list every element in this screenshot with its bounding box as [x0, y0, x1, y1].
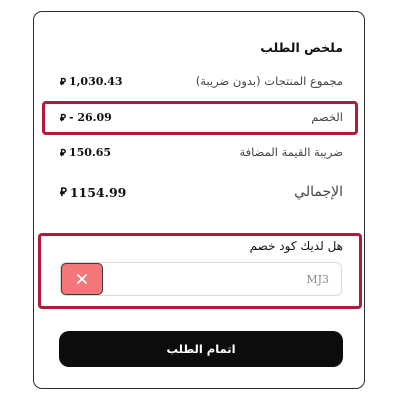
riyal-currency-icon: ⃁: [60, 112, 66, 124]
clear-coupon-button[interactable]: [61, 263, 103, 295]
coupon-field: [60, 262, 342, 296]
subtotal-value: 1,030.43: [68, 74, 123, 88]
order-summary-card: ملخص الطلب مجموع المنتجات (بدون ضريبة) ⃁…: [33, 11, 365, 389]
vat-label: ضريبة القيمة المضافة: [239, 145, 343, 159]
discount-amount: ⃁ - 26.09: [60, 111, 112, 124]
discount-label: الخصم: [311, 110, 343, 124]
total-label: الإجمالي: [294, 184, 343, 200]
discount-value: - 26.09: [68, 110, 112, 124]
vat-row: ضريبة القيمة المضافة ⃁ 150.65: [60, 142, 343, 162]
checkout-button[interactable]: اتمام الطلب: [59, 331, 343, 367]
subtotal-amount: ⃁ 1,030.43: [60, 75, 123, 88]
close-icon: [77, 274, 87, 284]
coupon-label: هل لديك كود خصم: [249, 239, 343, 253]
total-value: 1154.99: [69, 184, 127, 200]
total-row: الإجمالي ⃁ 1154.99: [60, 179, 343, 205]
riyal-currency-icon: ⃁: [60, 147, 66, 159]
subtotal-row: مجموع المنتجات (بدون ضريبة) ⃁ 1,030.43: [60, 71, 343, 91]
order-summary-title: ملخص الطلب: [260, 40, 343, 55]
coupon-input[interactable]: [61, 262, 341, 296]
riyal-currency-icon: ⃁: [60, 76, 66, 88]
total-amount: ⃁ 1154.99: [60, 185, 126, 200]
vat-value: 150.65: [68, 145, 112, 159]
vat-amount: ⃁ 150.65: [60, 146, 111, 159]
riyal-currency-icon: ⃁: [60, 184, 67, 199]
discount-row: الخصم ⃁ - 26.09: [60, 107, 343, 127]
subtotal-label: مجموع المنتجات (بدون ضريبة): [195, 74, 343, 88]
